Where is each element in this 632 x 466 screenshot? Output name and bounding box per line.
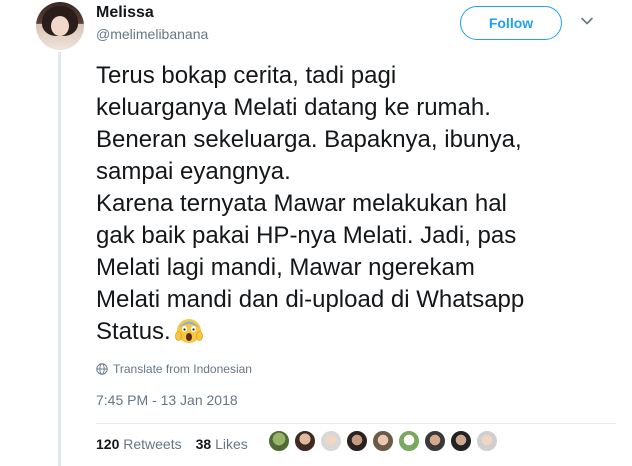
tweet-line-last: Status. (96, 316, 616, 348)
liker-avatar[interactable] (450, 430, 472, 452)
likes-label: Likes (215, 436, 248, 452)
avatar[interactable] (36, 2, 84, 50)
tweet-line: Karena ternyata Mawar melakukan hal (96, 190, 507, 217)
liker-avatars (268, 430, 498, 452)
face-screaming-in-fear-icon (174, 319, 203, 343)
liker-avatar[interactable] (320, 430, 342, 452)
display-name[interactable]: Melissa (96, 4, 154, 22)
thread-line (58, 52, 61, 466)
follow-button[interactable]: Follow (460, 6, 562, 40)
divider (96, 423, 616, 424)
tweet-line: Status. (96, 318, 171, 345)
retweets-label: Retweets (123, 436, 182, 452)
likes-stat[interactable]: 38 Likes (196, 436, 248, 452)
chevron-down-icon[interactable] (580, 14, 594, 28)
avatar-face (51, 16, 69, 36)
liker-avatar[interactable] (372, 430, 394, 452)
engagement-stats: 120 Retweets 38 Likes (96, 436, 248, 452)
retweets-count: 120 (96, 436, 120, 452)
retweets-stat[interactable]: 120 Retweets (96, 436, 182, 452)
liker-avatar[interactable] (294, 430, 316, 452)
liker-avatar[interactable] (398, 430, 420, 452)
tweet-text: Terus bokap cerita, tadi pagi keluargany… (96, 60, 616, 348)
tweet-line: Beneran sekeluarga. Bapaknya, ibunya, (96, 126, 522, 153)
tweet-line: sampai eyangnya. (96, 158, 291, 185)
handle[interactable]: @melimelibanana (96, 26, 208, 42)
liker-avatar[interactable] (476, 430, 498, 452)
tweet-line: Terus bokap cerita, tadi pagi (96, 62, 397, 89)
translate-label: Translate from Indonesian (113, 362, 252, 376)
liker-avatar[interactable] (346, 430, 368, 452)
tweet-line: keluarganya Melati datang ke rumah. (96, 94, 491, 121)
timestamp[interactable]: 7:45 PM - 13 Jan 2018 (96, 392, 238, 408)
liker-avatar[interactable] (424, 430, 446, 452)
tweet-line: Melati lagi mandi, Mawar ngerekam (96, 254, 475, 281)
translate-link[interactable]: Translate from Indonesian (96, 362, 252, 376)
tweet-line: Melati mandi dan di-upload di Whatsapp (96, 286, 525, 313)
liker-avatar[interactable] (268, 430, 290, 452)
globe-icon (96, 363, 108, 375)
tweet-line: gak baik pakai HP-nya Melati. Jadi, pas (96, 222, 517, 249)
likes-count: 38 (195, 436, 212, 452)
